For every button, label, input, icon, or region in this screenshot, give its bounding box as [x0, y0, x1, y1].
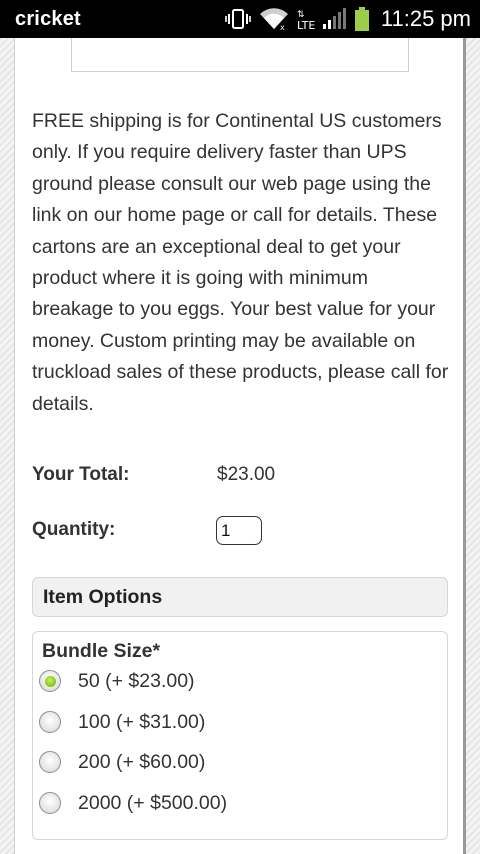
quantity-input[interactable]: [216, 516, 262, 545]
bundle-option-label: 100 (+ $31.00): [78, 710, 206, 733]
bundle-option-label: 200 (+ $60.00): [78, 750, 206, 773]
wifi-icon: x: [259, 7, 289, 31]
carrier-name: cricket: [15, 7, 81, 30]
radio-unselected[interactable]: [39, 751, 61, 773]
bundle-option-200[interactable]: 200 (+ $60.00): [39, 748, 205, 776]
radio-selected[interactable]: [39, 670, 61, 692]
status-icons: x ⇅ LTE 11:25 pm: [225, 6, 471, 32]
svg-text:LTE: LTE: [297, 19, 315, 31]
lte-signal-icon: ⇅ LTE: [297, 7, 347, 31]
item-options-header: Item Options: [32, 577, 448, 617]
total-value: $23.00: [217, 464, 276, 485]
bundle-option-label: 2000 (+ $500.00): [78, 791, 228, 814]
page-background[interactable]: FREE shipping is for Continental US cust…: [0, 38, 480, 854]
bundle-size-label: Bundle Size*: [42, 640, 161, 662]
radio-unselected[interactable]: [39, 711, 61, 733]
status-bar: cricket x ⇅ LTE 11:25 pm: [0, 0, 480, 38]
bundle-size-options: Bundle Size* 50 (+ $23.00) 100 (+ $31.00…: [32, 631, 448, 840]
bundle-option-2000[interactable]: 2000 (+ $500.00): [39, 789, 227, 817]
product-image-box: [71, 38, 409, 72]
product-panel: FREE shipping is for Continental US cust…: [14, 38, 466, 854]
battery-icon: [354, 7, 369, 31]
radio-unselected[interactable]: [39, 792, 61, 814]
clock: 11:25 pm: [380, 6, 471, 31]
bundle-option-100[interactable]: 100 (+ $31.00): [39, 708, 205, 736]
bundle-option-label: 50 (+ $23.00): [78, 669, 195, 692]
bundle-option-50[interactable]: 50 (+ $23.00): [39, 667, 195, 695]
quantity-label: Quantity:: [32, 519, 116, 540]
total-label: Your Total:: [32, 464, 130, 485]
item-options-title: Item Options: [43, 585, 163, 608]
svg-text:x: x: [280, 23, 285, 31]
product-description: FREE shipping is for Continental US cust…: [32, 110, 449, 415]
radio-dot-icon: [44, 675, 56, 687]
vibrate-icon: [225, 8, 251, 30]
